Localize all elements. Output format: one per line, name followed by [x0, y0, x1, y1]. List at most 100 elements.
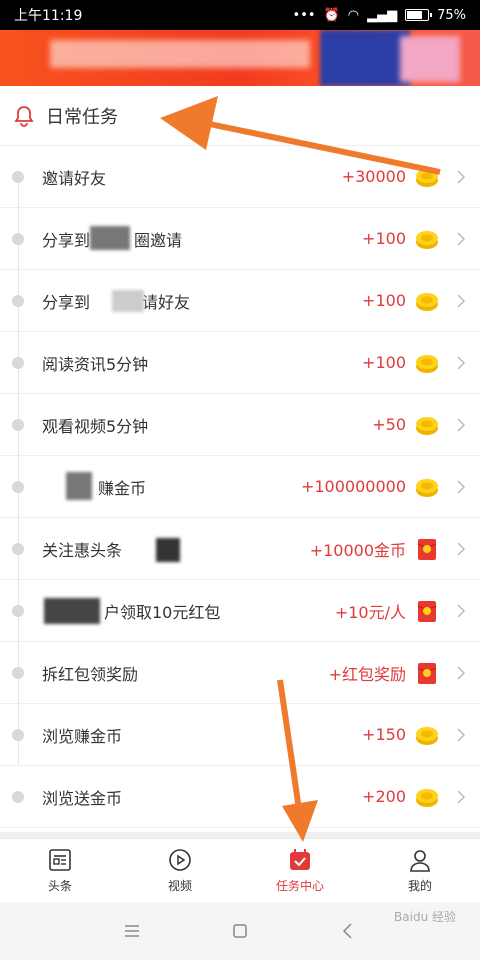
section-title: 日常任务: [46, 106, 118, 128]
wifi-icon: ◠: [347, 7, 360, 23]
timeline-dot: [12, 357, 24, 369]
task-reward: +10元/人: [334, 602, 406, 622]
bell-icon: [14, 105, 34, 127]
chevron-right-icon: [457, 356, 466, 370]
calendar-check-icon: [290, 849, 310, 870]
section-header: 日常任务: [0, 86, 480, 146]
task-row[interactable]: 浏览送金币 +200: [0, 766, 480, 828]
task-label: 关注惠头条: [42, 540, 123, 560]
home-icon[interactable]: [231, 922, 249, 940]
red-envelope-icon: [417, 601, 437, 622]
task-list: 邀请好友 +30000 分享到 圈邀请 +100 分享到 邀请好友 +100 阅读资…: [0, 146, 480, 828]
task-row[interactable]: 浏览赚金币 +150: [0, 704, 480, 766]
task-reward: +100: [362, 353, 406, 372]
tab-video[interactable]: 视频: [120, 839, 240, 902]
status-time: 上午11:19: [14, 8, 83, 24]
coin-icon: [416, 169, 438, 187]
more-icon: •••: [292, 7, 316, 23]
redacted-text-mask: [66, 472, 92, 500]
tab-label: 任务中心: [275, 879, 324, 893]
task-reward: +100: [362, 229, 406, 248]
coin-icon: [416, 293, 438, 311]
banner-blurred-decoration: [400, 36, 460, 82]
task-label: 邀请好友: [42, 168, 107, 188]
coin-icon: [416, 355, 438, 373]
task-row[interactable]: 观看视频5分钟 +50: [0, 394, 480, 456]
task-label: 阅读资讯5分钟: [42, 354, 149, 374]
promo-banner[interactable]: [0, 30, 480, 86]
status-icons: ••• ⏰ ◠ ▂▄▆ 75%: [293, 8, 466, 23]
red-envelope-icon: [417, 539, 437, 560]
task-label: 浏览赚金币: [42, 726, 123, 746]
timeline-dot: [12, 481, 24, 493]
redacted-text-mask: [44, 598, 100, 624]
task-reward: +100: [362, 291, 406, 310]
tab-task-center[interactable]: 任务中心: [240, 839, 360, 902]
task-row[interactable]: 赚金币 +100000000: [0, 456, 480, 518]
bottom-tab-bar: 头条 视频 任务中心 我的: [0, 838, 480, 902]
battery-level: 75%: [437, 7, 466, 23]
coin-icon: [416, 789, 438, 807]
chevron-right-icon: [457, 418, 466, 432]
task-reward: +200: [362, 787, 406, 806]
red-envelope-icon: [417, 663, 437, 684]
timeline-dot: [12, 233, 24, 245]
chevron-right-icon: [457, 604, 466, 618]
coin-icon: [416, 417, 438, 435]
news-icon: [49, 849, 71, 871]
timeline-dot: [12, 543, 24, 555]
banner-blurred-text: [50, 40, 310, 68]
timeline-dot: [12, 295, 24, 307]
tab-label: 视频: [167, 879, 192, 893]
redacted-text-mask: [90, 226, 130, 250]
timeline-dot: [12, 419, 24, 431]
redacted-text-mask: [156, 538, 180, 562]
watermark: Baidu 经验: [394, 910, 456, 924]
coin-icon: [416, 479, 438, 497]
timeline-dot: [12, 667, 24, 679]
timeline-dot: [12, 729, 24, 741]
tab-label: 我的: [407, 879, 432, 893]
banner-blurred-image: [320, 30, 410, 86]
task-label: 浏览送金币: [42, 788, 123, 808]
task-row[interactable]: 分享到 邀请好友 +100: [0, 270, 480, 332]
task-label: 赚金币: [98, 478, 147, 498]
task-label: 拆红包领奖励: [42, 664, 139, 684]
coin-icon: [416, 231, 438, 249]
chevron-right-icon: [457, 232, 466, 246]
alarm-icon: ⏰: [323, 7, 340, 23]
back-icon[interactable]: [339, 922, 357, 940]
chevron-right-icon: [457, 728, 466, 742]
task-reward: +150: [362, 725, 406, 744]
user-icon: [410, 850, 430, 872]
task-reward: +红包奖励: [328, 664, 406, 684]
task-center: 日常任务 邀请好友 +30000 分享到 圈邀请 +100 分享到 邀请好友 +10…: [0, 86, 480, 832]
task-reward: +100000000: [300, 477, 406, 496]
task-row[interactable]: 阅读资讯5分钟 +100: [0, 332, 480, 394]
timeline-dot: [12, 791, 24, 803]
menu-icon[interactable]: [123, 922, 141, 940]
chevron-right-icon: [457, 480, 466, 494]
tab-profile[interactable]: 我的: [360, 839, 480, 902]
task-row[interactable]: 户领取10元红包 +10元/人: [0, 580, 480, 642]
coin-icon: [416, 727, 438, 745]
task-reward: +10000金币: [309, 540, 406, 560]
task-reward: +50: [372, 415, 406, 434]
task-reward: +30000: [341, 167, 406, 186]
chevron-right-icon: [457, 170, 466, 184]
chevron-right-icon: [457, 790, 466, 804]
task-row[interactable]: 邀请好友 +30000: [0, 146, 480, 208]
tab-label: 头条: [47, 879, 72, 893]
tab-headlines[interactable]: 头条: [0, 839, 120, 902]
battery-icon: [405, 9, 433, 21]
chevron-right-icon: [457, 666, 466, 680]
task-row[interactable]: 拆红包领奖励 +红包奖励: [0, 642, 480, 704]
task-row[interactable]: 关注惠头条 +10000金币: [0, 518, 480, 580]
status-bar: 上午11:19 ••• ⏰ ◠ ▂▄▆ 75%: [0, 0, 480, 30]
play-icon: [169, 849, 191, 871]
chevron-right-icon: [457, 294, 466, 308]
chevron-right-icon: [457, 542, 466, 556]
task-label: 观看视频5分钟: [42, 416, 149, 436]
timeline-dot: [12, 171, 24, 183]
task-row[interactable]: 分享到 圈邀请 +100: [0, 208, 480, 270]
